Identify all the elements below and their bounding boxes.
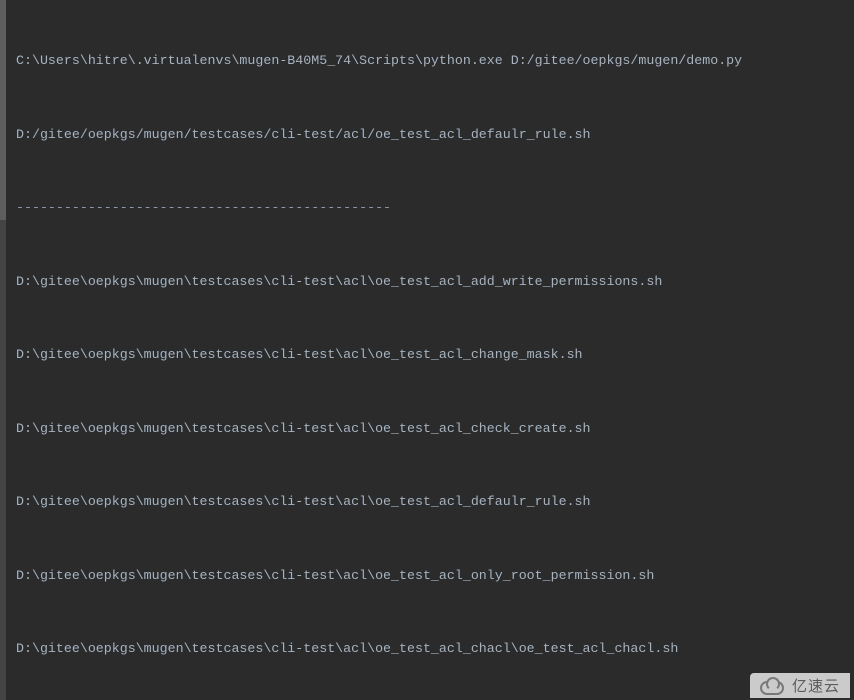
separator-1: ----------------------------------------… — [16, 196, 854, 221]
scrollbar-thumb[interactable] — [0, 0, 6, 220]
output-line: D:\gitee\oepkgs\mugen\testcases\cli-test… — [16, 270, 854, 295]
watermark: 亿速云 — [750, 673, 850, 698]
output-line: D:\gitee\oepkgs\mugen\testcases\cli-test… — [16, 343, 854, 368]
output-line: D:\gitee\oepkgs\mugen\testcases\cli-test… — [16, 564, 854, 589]
watermark-text: 亿速云 — [792, 675, 840, 696]
scrollbar-track[interactable] — [0, 0, 6, 700]
path-first: D:/gitee/oepkgs/mugen/testcases/cli-test… — [16, 123, 854, 148]
output-line: D:\gitee\oepkgs\mugen\testcases\cli-test… — [16, 637, 854, 662]
command-line: C:\Users\hitre\.virtualenvs\mugen-B40M5_… — [16, 49, 854, 74]
output-line: D:\gitee\oepkgs\mugen\testcases\cli-test… — [16, 417, 854, 442]
terminal-pane[interactable]: C:\Users\hitre\.virtualenvs\mugen-B40M5_… — [0, 0, 854, 700]
cloud-icon — [758, 677, 786, 695]
terminal-output: C:\Users\hitre\.virtualenvs\mugen-B40M5_… — [2, 0, 854, 700]
output-line: D:\gitee\oepkgs\mugen\testcases\cli-test… — [16, 490, 854, 515]
